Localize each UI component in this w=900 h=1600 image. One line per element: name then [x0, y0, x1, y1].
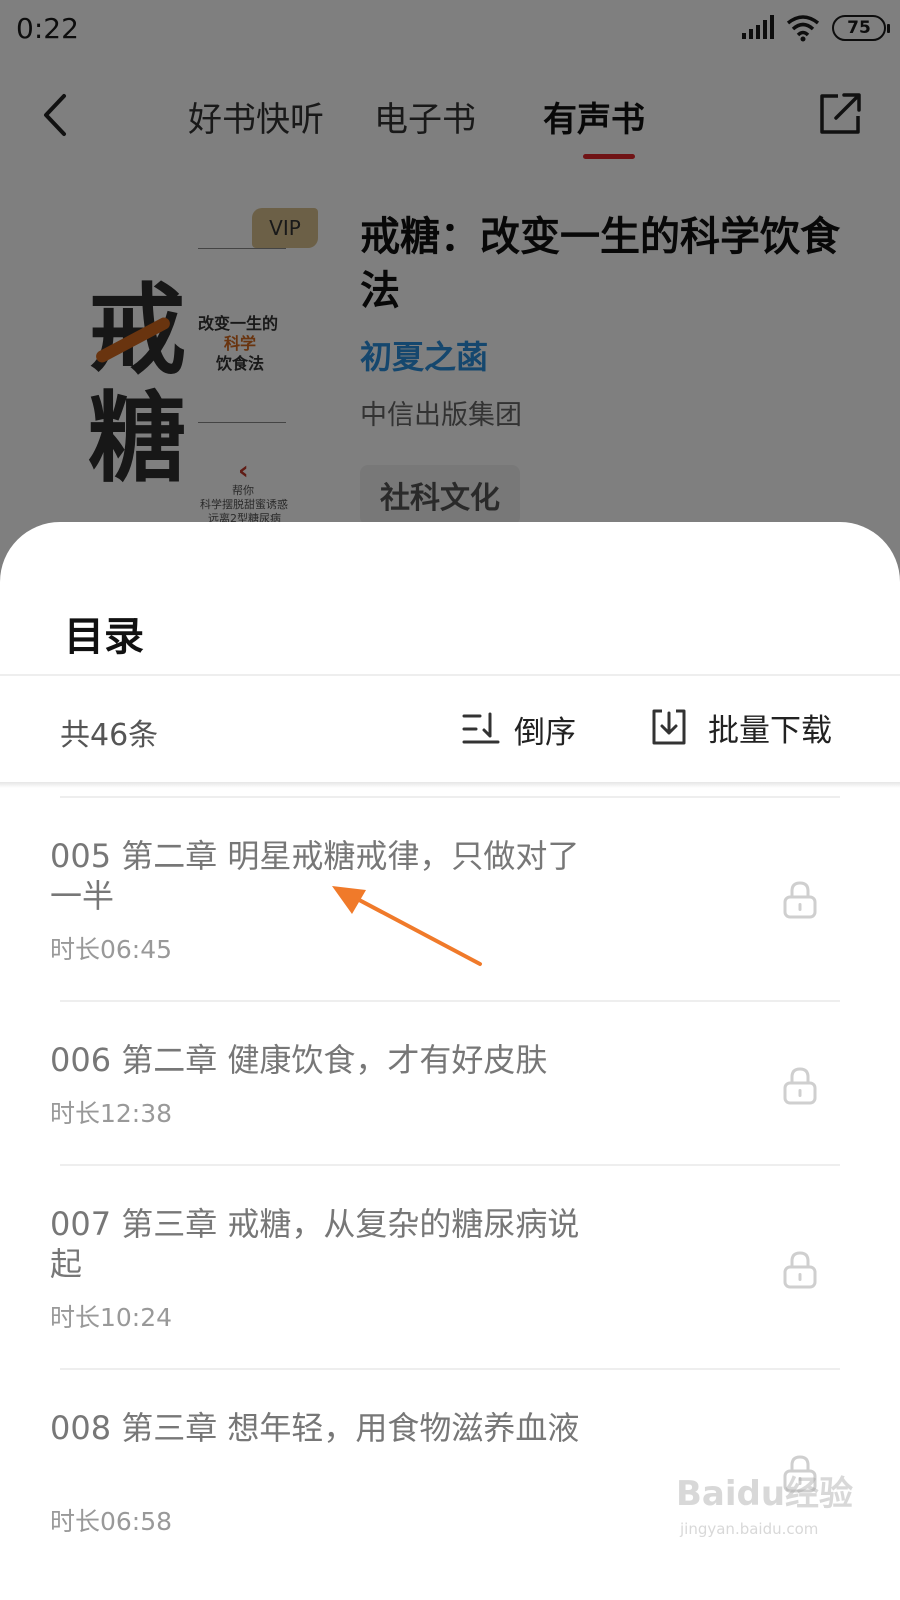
total-count: 共46条: [60, 718, 159, 753]
sort-button[interactable]: 倒序: [462, 704, 576, 754]
chapter-duration: 时长06:45: [50, 935, 173, 964]
chapter-item[interactable]: 007 第三章 戒糖，从复杂的糖尿病说起 时长10:24: [50, 1164, 840, 1368]
batch-download-label: 批量下载: [708, 712, 832, 749]
catalog-toolbar: 共46条 倒序 批量下载: [0, 676, 900, 782]
lock-icon: [783, 881, 817, 919]
chapter-title: 008 第三章 想年轻，用食物滋养血液: [50, 1409, 580, 1447]
toolbar-shadow: [0, 782, 900, 788]
sort-icon: [462, 712, 500, 744]
sheet-title: 目录: [64, 614, 144, 660]
watermark-logo: Baidu经验: [676, 1474, 854, 1514]
download-icon: [652, 709, 686, 745]
chapter-item[interactable]: 006 第二章 健康饮食，才有好皮肤 时长12:38: [50, 1000, 840, 1164]
sort-label: 倒序: [514, 714, 576, 751]
chapter-duration: 时长10:24: [50, 1303, 173, 1332]
baidu-watermark: Baidu经验 jingyan.baidu.com: [676, 1466, 853, 1546]
lock-icon: [783, 1067, 817, 1105]
chapter-title: 007 第三章 戒糖，从复杂的糖尿病说起: [50, 1205, 580, 1283]
watermark-url: jingyan.baidu.com: [680, 1520, 819, 1538]
batch-download-button[interactable]: 批量下载: [650, 702, 832, 752]
chapter-duration: 时长12:38: [50, 1099, 173, 1128]
chapter-title: 006 第二章 健康饮食，才有好皮肤: [50, 1041, 548, 1079]
chapter-duration: 时长06:58: [50, 1507, 173, 1536]
annotation-arrow: [332, 886, 482, 966]
lock-icon: [783, 1251, 817, 1289]
